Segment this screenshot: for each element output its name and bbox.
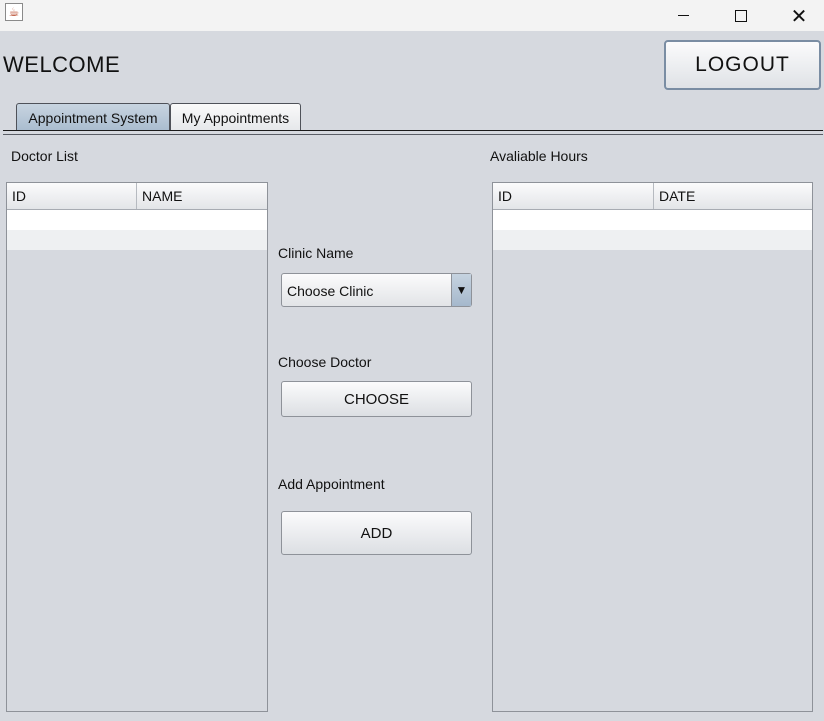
clinic-select-value: Choose Clinic <box>287 283 374 299</box>
doctor-col-id[interactable]: ID <box>7 183 137 209</box>
table-row[interactable] <box>493 210 812 230</box>
clinic-select[interactable]: Choose Clinic ▼ <box>281 273 472 307</box>
close-icon[interactable]: ✕ <box>776 0 822 31</box>
available-hours-title: Avaliable Hours <box>490 148 588 164</box>
table-row[interactable] <box>7 210 267 230</box>
doctor-table[interactable]: ID NAME <box>6 182 268 712</box>
table-row[interactable] <box>493 230 812 250</box>
tab-divider-shadow <box>3 134 823 135</box>
hours-col-date[interactable]: DATE <box>654 183 812 209</box>
welcome-heading: WELCOME <box>3 52 121 77</box>
table-row[interactable] <box>7 230 267 250</box>
maximize-icon[interactable] <box>718 0 764 31</box>
hours-table-header: ID DATE <box>493 183 812 210</box>
doctor-table-header: ID NAME <box>7 183 267 210</box>
choose-button[interactable]: CHOOSE <box>281 381 472 417</box>
add-button[interactable]: ADD <box>281 511 472 555</box>
chevron-down-icon[interactable]: ▼ <box>451 274 471 306</box>
minimize-icon[interactable] <box>660 0 706 31</box>
add-appointment-label: Add Appointment <box>278 476 385 492</box>
tab-my-appointments[interactable]: My Appointments <box>170 103 301 131</box>
doctor-list-title: Doctor List <box>11 148 78 164</box>
java-cup-icon[interactable]: ☕ <box>5 3 23 21</box>
choose-doctor-label: Choose Doctor <box>278 354 372 370</box>
logout-button[interactable]: LOGOUT <box>664 40 821 90</box>
window-titlebar: ☕ ✕ <box>0 0 824 31</box>
clinic-name-label: Clinic Name <box>278 245 354 261</box>
hours-table[interactable]: ID DATE <box>492 182 813 712</box>
tab-appointment-system[interactable]: Appointment System <box>16 103 170 131</box>
doctor-col-name[interactable]: NAME <box>137 183 267 209</box>
tab-divider <box>3 130 823 131</box>
hours-col-id[interactable]: ID <box>493 183 654 209</box>
